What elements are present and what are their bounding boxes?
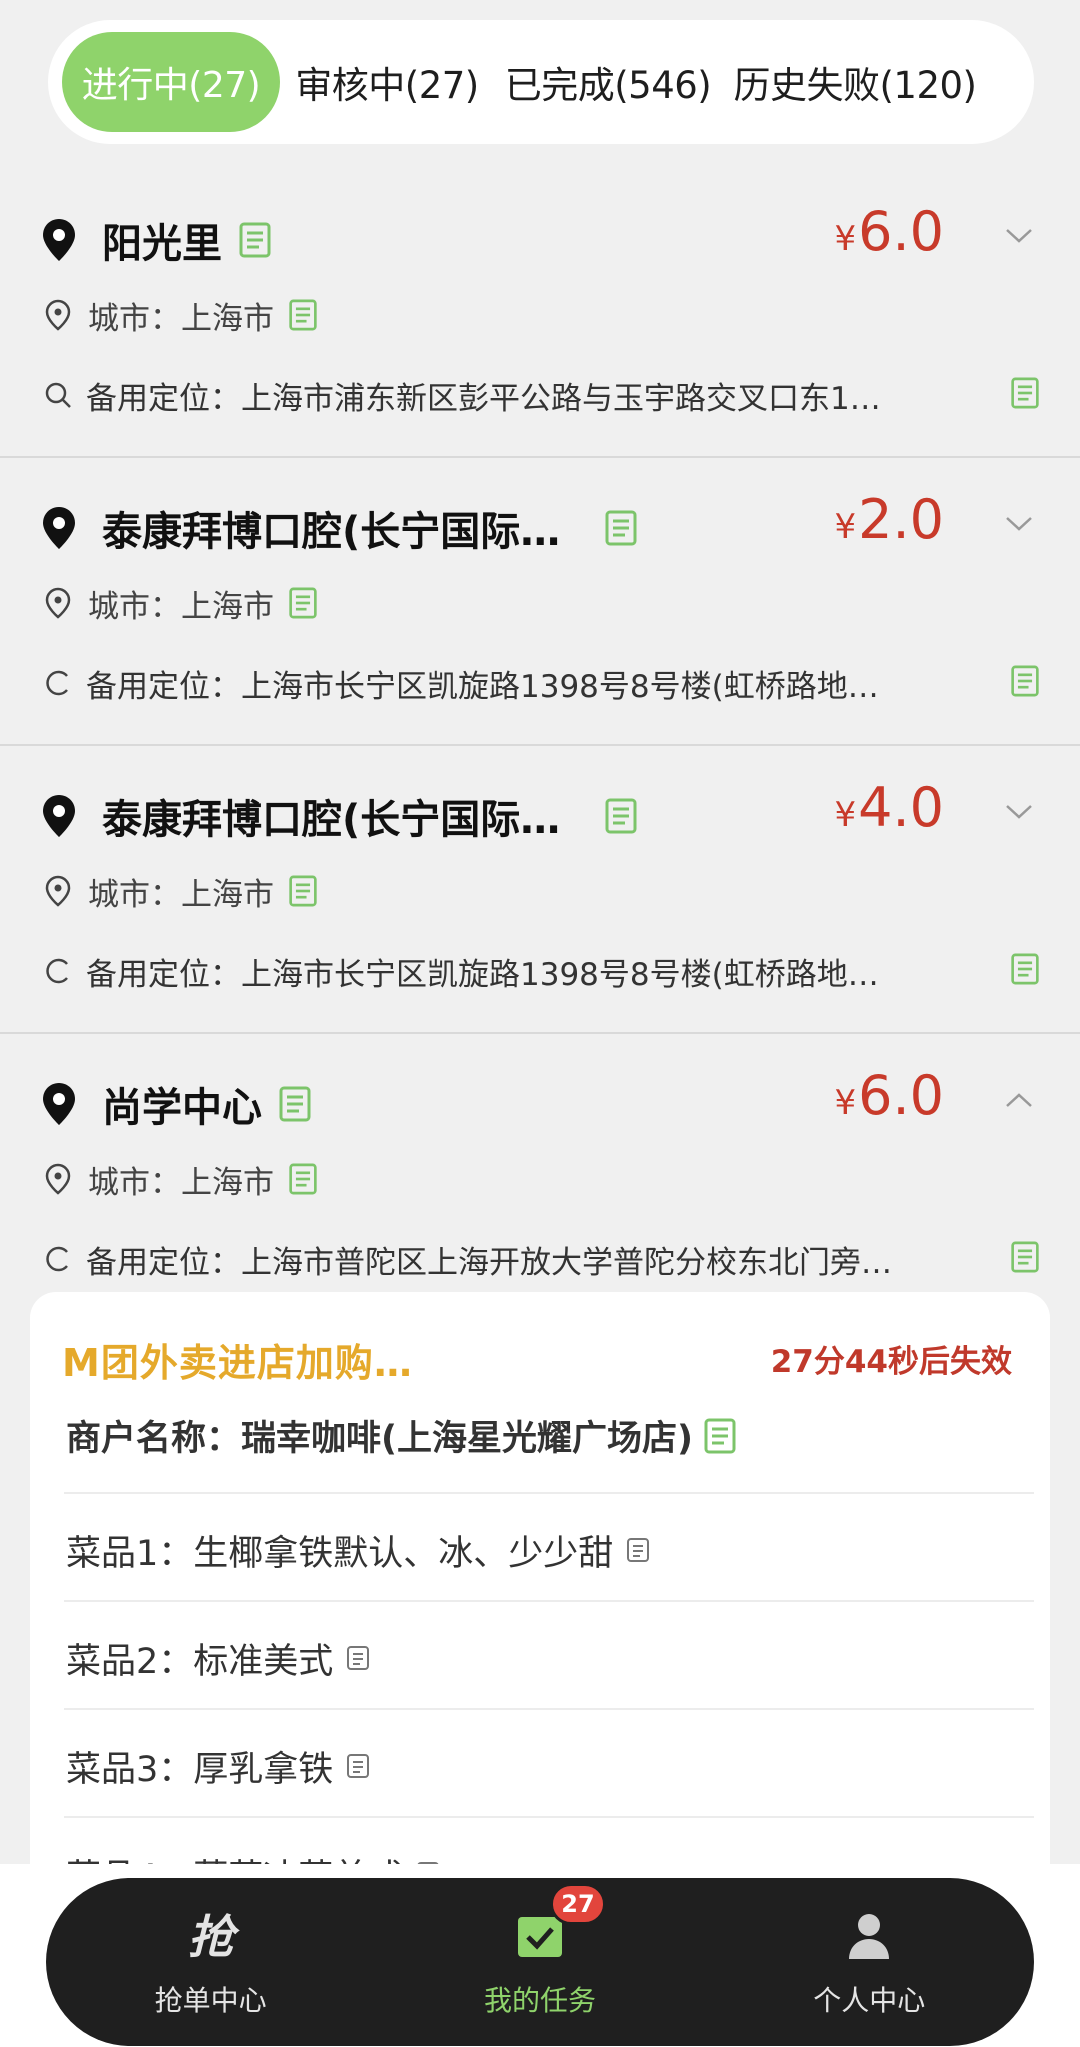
location-outline-icon — [44, 587, 72, 619]
divider — [64, 1708, 1034, 1710]
divider — [64, 1600, 1034, 1602]
alt-location-label: 备用定位：上海市浦东新区彭平公路与玉宇路交叉口东1… — [86, 380, 881, 417]
copy-icon[interactable] — [288, 874, 318, 908]
copy-icon[interactable] — [345, 1752, 371, 1780]
task-price: ¥2.0 — [834, 488, 944, 551]
alt-location-label: 备用定位：上海市普陀区上海开放大学普陀分校东北门旁… — [86, 1244, 892, 1281]
search-icon — [44, 379, 72, 411]
copy-icon[interactable] — [1010, 664, 1040, 698]
refresh-icon — [44, 1243, 72, 1275]
chevron-down-icon[interactable] — [1004, 802, 1034, 822]
dish-item: 菜品2： 标准美式 — [66, 1628, 371, 1688]
tab-completed[interactable]: 已完成(546) — [494, 32, 722, 132]
refresh-icon — [44, 955, 72, 987]
copy-icon[interactable] — [345, 1644, 371, 1672]
copy-icon[interactable] — [1010, 952, 1040, 986]
chevron-up-icon[interactable] — [1004, 1090, 1034, 1110]
nav-personal-center[interactable]: 个人中心 — [719, 1905, 1019, 2019]
task-price: ¥6.0 — [834, 200, 944, 263]
user-icon — [839, 1905, 899, 1965]
merchant-row: 商户名称： 瑞幸咖啡(上海星光耀广场店) — [66, 1410, 737, 1461]
city-label: 城市：上海市 — [88, 300, 274, 337]
dish-item: 菜品1： 生椰拿铁默认、冰、少少甜 — [66, 1520, 651, 1580]
tab-in-progress[interactable]: 进行中(27) — [62, 32, 280, 132]
location-outline-icon — [44, 299, 72, 331]
copy-icon[interactable] — [604, 509, 638, 547]
place-name: 阳光里 — [102, 221, 222, 267]
order-title: M团外卖进店加购… — [62, 1341, 413, 1385]
city-label: 城市：上海市 — [88, 1164, 274, 1201]
copy-icon[interactable] — [278, 1085, 312, 1123]
place-name: 泰康拜博口腔(长宁国际… — [102, 509, 561, 555]
divider — [64, 1492, 1034, 1494]
task-card-expanded[interactable]: 尚学中心 ¥6.0 城市：上海市 备用定位：上海市普陀区上海开放大学普陀分校东北… — [0, 1034, 1080, 1322]
location-pin-icon — [40, 504, 78, 552]
expiry-timer: 27分44秒后失效 — [770, 1344, 1012, 1380]
tab-under-review[interactable]: 审核中(27) — [280, 32, 494, 132]
city-label: 城市：上海市 — [88, 876, 274, 913]
location-outline-icon — [44, 875, 72, 907]
place-name: 泰康拜博口腔(长宁国际… — [102, 797, 561, 843]
location-pin-icon — [40, 792, 78, 840]
location-pin-icon — [40, 1080, 78, 1128]
task-list-page: 进行中(27) 审核中(27) 已完成(546) 历史失败(120) 阳光里 ¥… — [0, 0, 1080, 2047]
alt-location-label: 备用定位：上海市长宁区凯旋路1398号8号楼(虹桥路地… — [86, 956, 879, 993]
tab-history-failed[interactable]: 历史失败(120) — [722, 32, 988, 132]
task-card[interactable]: 泰康拜博口腔(长宁国际… ¥2.0 城市：上海市 备用定位：上海市长宁区凯旋路1… — [0, 458, 1080, 746]
task-card[interactable]: 阳光里 ¥6.0 城市：上海市 备用定位：上海市浦东新区彭平公路与玉宇路交叉口东… — [0, 170, 1080, 458]
copy-icon[interactable] — [604, 797, 638, 835]
location-outline-icon — [44, 1163, 72, 1195]
bottom-nav: 抢 抢单中心 27 我的任务 个人中心 — [46, 1878, 1034, 2046]
nav-grab-order-center[interactable]: 抢 抢单中心 — [61, 1905, 361, 2019]
copy-icon[interactable] — [238, 221, 272, 259]
refresh-icon — [44, 667, 72, 699]
grab-order-icon: 抢 — [181, 1905, 241, 1965]
chevron-down-icon[interactable] — [1004, 226, 1034, 246]
task-price: ¥4.0 — [834, 776, 944, 839]
merchant-label: 商户名称： — [66, 1419, 242, 1459]
task-price: ¥6.0 — [834, 1064, 944, 1127]
divider — [64, 1816, 1034, 1818]
copy-icon[interactable] — [703, 1417, 737, 1455]
task-count-badge: 27 — [549, 1883, 606, 1925]
copy-icon[interactable] — [625, 1536, 651, 1564]
alt-location-label: 备用定位：上海市长宁区凯旋路1398号8号楼(虹桥路地… — [86, 668, 879, 705]
nav-my-tasks[interactable]: 27 我的任务 — [390, 1883, 690, 2019]
city-label: 城市：上海市 — [88, 588, 274, 625]
place-name: 尚学中心 — [102, 1085, 262, 1131]
merchant-name: 瑞幸咖啡(上海星光耀广场店) — [241, 1419, 694, 1459]
task-card[interactable]: 泰康拜博口腔(长宁国际… ¥4.0 城市：上海市 备用定位：上海市长宁区凯旋路1… — [0, 746, 1080, 1034]
location-pin-icon — [40, 216, 78, 264]
copy-icon[interactable] — [288, 586, 318, 620]
svg-text:抢: 抢 — [188, 1910, 240, 1963]
copy-icon[interactable] — [288, 298, 318, 332]
copy-icon[interactable] — [1010, 376, 1040, 410]
copy-icon[interactable] — [1010, 1240, 1040, 1274]
chevron-down-icon[interactable] — [1004, 514, 1034, 534]
dish-item: 菜品3： 厚乳拿铁 — [66, 1736, 371, 1796]
copy-icon[interactable] — [288, 1162, 318, 1196]
status-tabs: 进行中(27) 审核中(27) 已完成(546) 历史失败(120) — [48, 20, 1034, 144]
